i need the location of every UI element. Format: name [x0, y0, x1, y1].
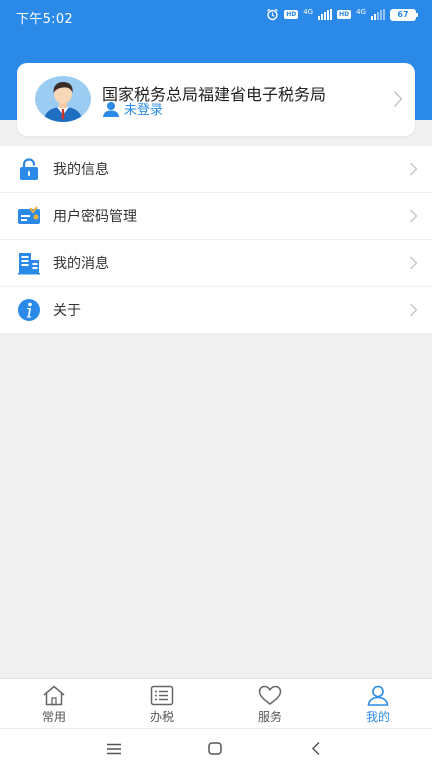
battery-icon: 67 [390, 8, 418, 21]
tab-common[interactable]: 常用 [0, 679, 108, 729]
tab-service[interactable]: 服务 [216, 679, 324, 729]
signal-icon [318, 9, 333, 20]
login-status[interactable]: 未登录 [102, 99, 163, 118]
avatar-illustration [43, 82, 83, 122]
lock-icon [20, 158, 38, 180]
avatar [35, 76, 91, 122]
menu-list: 我的信息 用户密码管理 我的消息 关于 [0, 146, 432, 334]
chevron-right-icon [393, 90, 403, 108]
status-icons: HD 4G HD 4G 67 [266, 7, 418, 21]
login-status-label: 未登录 [124, 103, 164, 118]
hd-badge-2: HD [337, 10, 352, 19]
menu-item-about[interactable]: 关于 [0, 287, 432, 334]
tab-label: 常用 [41, 710, 66, 724]
tab-mine[interactable]: 我的 [324, 679, 432, 729]
status-time: 下午5:02 [16, 12, 73, 27]
network-type-2: 4G [356, 7, 366, 16]
bottom-tab-bar: 常用 办税 服务 我的 [0, 678, 432, 729]
menu-item-label: 用户密码管理 [53, 209, 137, 225]
chevron-right-icon [410, 209, 418, 223]
home-icon [43, 685, 65, 706]
system-nav-bar [0, 728, 432, 769]
menu-icon[interactable] [107, 743, 121, 755]
tab-label: 我的 [365, 710, 390, 724]
back-icon[interactable] [311, 741, 321, 756]
tab-tax[interactable]: 办税 [108, 679, 216, 729]
hd-badge: HD [284, 10, 299, 19]
home-square-icon[interactable] [208, 742, 222, 755]
menu-item-messages[interactable]: 我的消息 [0, 240, 432, 287]
list-icon [150, 685, 174, 706]
chevron-right-icon [410, 162, 418, 176]
menu-item-label: 关于 [53, 303, 81, 319]
alarm-icon [267, 8, 279, 21]
info-icon [18, 299, 40, 321]
building-icon [18, 253, 40, 275]
user-icon [103, 101, 119, 117]
chevron-right-icon [410, 303, 418, 317]
key-card-icon [18, 206, 40, 224]
tab-label: 服务 [257, 710, 282, 724]
status-bar: 下午5:02 HD 4G HD 4G 67 [0, 0, 432, 30]
menu-item-password[interactable]: 用户密码管理 [0, 193, 432, 240]
menu-item-my-info[interactable]: 我的信息 [0, 146, 432, 193]
tab-label: 办税 [149, 710, 174, 724]
chevron-right-icon [410, 256, 418, 270]
menu-item-label: 我的信息 [53, 162, 109, 178]
user-icon [367, 685, 389, 706]
heart-icon [258, 685, 282, 705]
network-type: 4G [303, 7, 314, 16]
signal-icon-2 [371, 9, 385, 20]
profile-card[interactable]: 国家税务总局福建省电子税务局 未登录 [17, 63, 415, 136]
menu-item-label: 我的消息 [53, 256, 109, 272]
